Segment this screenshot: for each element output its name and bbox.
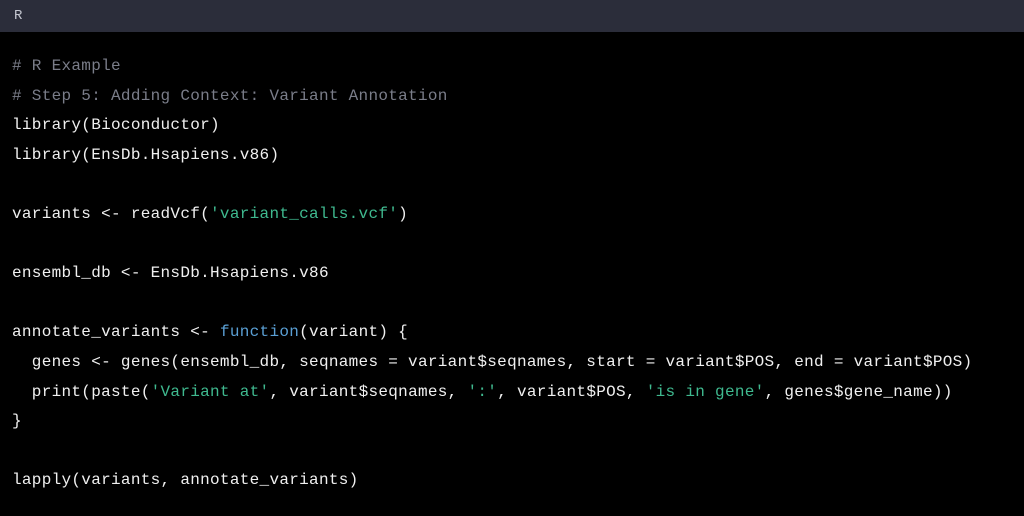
code-token-default: , genes$gene_name)) xyxy=(765,383,953,401)
header-bar: R xyxy=(0,0,1024,32)
code-token-string: ':' xyxy=(467,383,497,401)
code-token-string: 'Variant at' xyxy=(151,383,270,401)
code-blank-line xyxy=(12,437,1012,467)
code-line: variants <- readVcf('variant_calls.vcf') xyxy=(12,200,1012,230)
code-token-default: (variant) { xyxy=(299,323,408,341)
code-token-string: 'is in gene' xyxy=(646,383,765,401)
code-token-default: library(Bioconductor) xyxy=(12,116,220,134)
code-area: # R Example # Step 5: Adding Context: Var… xyxy=(0,32,1024,516)
code-token-default: print(paste( xyxy=(12,383,151,401)
code-token-string: 'variant_calls.vcf' xyxy=(210,205,398,223)
code-token-default: genes <- genes(ensembl_db, seqnames = va… xyxy=(12,353,972,371)
code-line: ensembl_db <- EnsDb.Hsapiens.v86 xyxy=(12,259,1012,289)
code-line: library(Bioconductor) xyxy=(12,111,1012,141)
code-token-default: library(EnsDb.Hsapiens.v86) xyxy=(12,146,279,164)
code-token-default: annotate_variants <- xyxy=(12,323,220,341)
code-token-comment: # R Example xyxy=(12,57,121,75)
code-token-default: , variant$seqnames, xyxy=(269,383,467,401)
code-token-default: , variant$POS, xyxy=(497,383,646,401)
code-token-comment: # Step 5: Adding Context: Variant Annota… xyxy=(12,87,448,105)
code-line: genes <- genes(ensembl_db, seqnames = va… xyxy=(12,348,1012,378)
code-blank-line xyxy=(12,230,1012,260)
code-token-default: ) xyxy=(398,205,408,223)
code-token-default: } xyxy=(12,412,22,430)
code-line: library(EnsDb.Hsapiens.v86) xyxy=(12,141,1012,171)
language-label: R xyxy=(14,8,22,24)
code-token-default: lapply(variants, annotate_variants) xyxy=(12,471,359,489)
code-token-default: ensembl_db <- EnsDb.Hsapiens.v86 xyxy=(12,264,329,282)
code-line: # R Example xyxy=(12,52,1012,82)
code-line: # Step 5: Adding Context: Variant Annota… xyxy=(12,82,1012,112)
code-token-keyword: function xyxy=(220,323,299,341)
code-line: lapply(variants, annotate_variants) xyxy=(12,466,1012,496)
code-line: annotate_variants <- function(variant) { xyxy=(12,318,1012,348)
code-line: } xyxy=(12,407,1012,437)
code-blank-line xyxy=(12,289,1012,319)
code-token-default: variants <- readVcf( xyxy=(12,205,210,223)
code-blank-line xyxy=(12,170,1012,200)
code-line: print(paste('Variant at', variant$seqnam… xyxy=(12,378,1012,408)
